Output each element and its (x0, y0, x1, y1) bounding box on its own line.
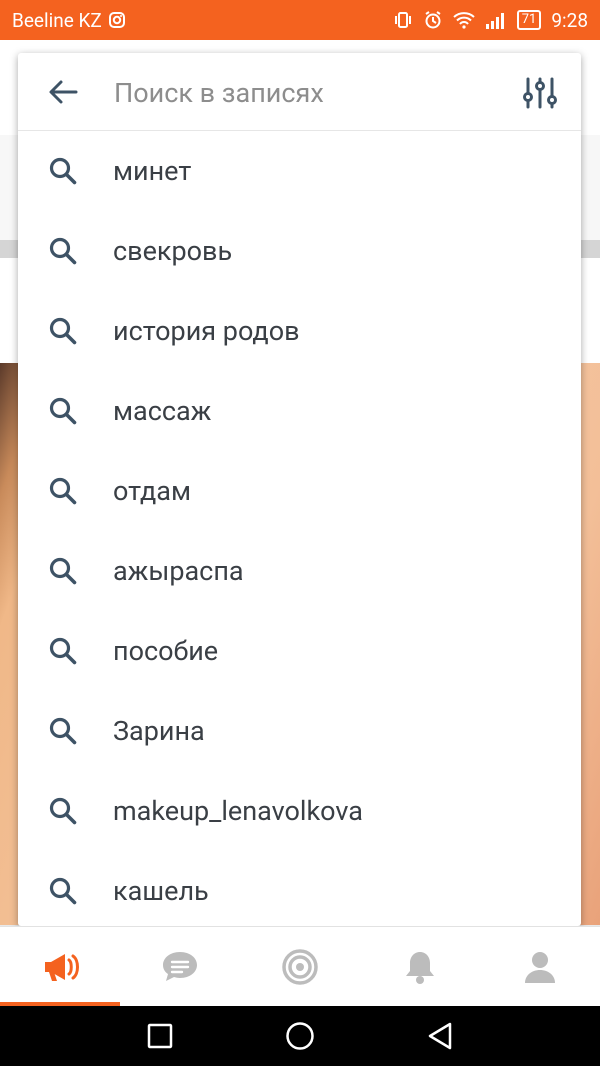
search-input[interactable] (114, 71, 504, 115)
system-navigation-bar (0, 1006, 600, 1066)
alarm-icon (423, 10, 443, 30)
sliders-icon (523, 77, 557, 109)
search-icon (18, 236, 113, 266)
user-icon (525, 951, 555, 983)
status-bar: Beeline KZ 71 9:28 (0, 0, 600, 40)
suggestion-label: Зарина (113, 715, 205, 747)
suggestion-label: массаж (113, 395, 212, 427)
nav-chats[interactable] (120, 927, 240, 1006)
clock: 9:28 (551, 8, 588, 32)
suggestion-item[interactable]: история родов (18, 291, 581, 371)
suggestion-label: минет (113, 155, 192, 187)
carrier-name: Beeline KZ (12, 8, 102, 32)
search-icon (18, 316, 113, 346)
search-icon (18, 476, 113, 506)
home-button[interactable] (280, 1016, 320, 1056)
search-icon (18, 876, 113, 906)
suggestion-list: минет свекровь история родов массаж отда… (18, 131, 581, 926)
triangle-back-icon (428, 1022, 452, 1050)
suggestion-item[interactable]: отдам (18, 451, 581, 531)
bell-icon (406, 951, 434, 984)
suggestion-label: отдам (113, 475, 191, 507)
suggestion-item[interactable]: пособие (18, 611, 581, 691)
instagram-icon (108, 11, 126, 29)
nav-feed[interactable] (0, 927, 120, 1006)
circle-icon (286, 1022, 314, 1050)
nav-targets[interactable] (240, 927, 360, 1006)
megaphone-icon (45, 953, 79, 981)
suggestion-item[interactable]: массаж (18, 371, 581, 451)
search-panel: минет свекровь история родов массаж отда… (18, 53, 581, 926)
back-button[interactable] (46, 77, 80, 107)
square-icon (147, 1023, 173, 1049)
battery-indicator: 71 (516, 10, 542, 30)
search-icon (18, 796, 113, 826)
search-icon (18, 636, 113, 666)
suggestion-item[interactable]: makeup_lenavolkova (18, 771, 581, 851)
target-icon (282, 948, 318, 985)
status-icons: 71 9:28 (393, 9, 588, 32)
suggestion-item[interactable]: кашель (18, 851, 581, 926)
suggestion-label: makeup_lenavolkova (113, 795, 363, 827)
signal-icon (485, 11, 507, 29)
search-icon (18, 556, 113, 586)
filter-button[interactable] (520, 75, 560, 111)
search-icon (18, 156, 113, 186)
back-system-button[interactable] (420, 1016, 460, 1056)
suggestion-label: ажыраспа (113, 555, 244, 587)
recent-apps-button[interactable] (140, 1016, 180, 1056)
suggestion-item[interactable]: свекровь (18, 211, 581, 291)
suggestion-label: история родов (113, 315, 300, 347)
suggestion-item[interactable]: Зарина (18, 691, 581, 771)
chat-bubble-icon (163, 951, 197, 981)
suggestion-label: кашель (113, 875, 209, 907)
arrow-left-icon (49, 80, 78, 104)
suggestion-item[interactable]: минет (18, 131, 581, 211)
nav-profile[interactable] (480, 927, 600, 1006)
carrier: Beeline KZ (12, 9, 126, 32)
search-bar (18, 53, 581, 131)
vibrate-icon (393, 10, 413, 30)
suggestion-label: свекровь (113, 235, 233, 267)
search-icon (18, 716, 113, 746)
search-icon (18, 396, 113, 426)
suggestion-item[interactable]: ажыраспа (18, 531, 581, 611)
bottom-navigation (0, 926, 600, 1006)
suggestion-label: пособие (113, 635, 219, 667)
wifi-icon (453, 11, 475, 29)
nav-notifications[interactable] (360, 927, 480, 1006)
